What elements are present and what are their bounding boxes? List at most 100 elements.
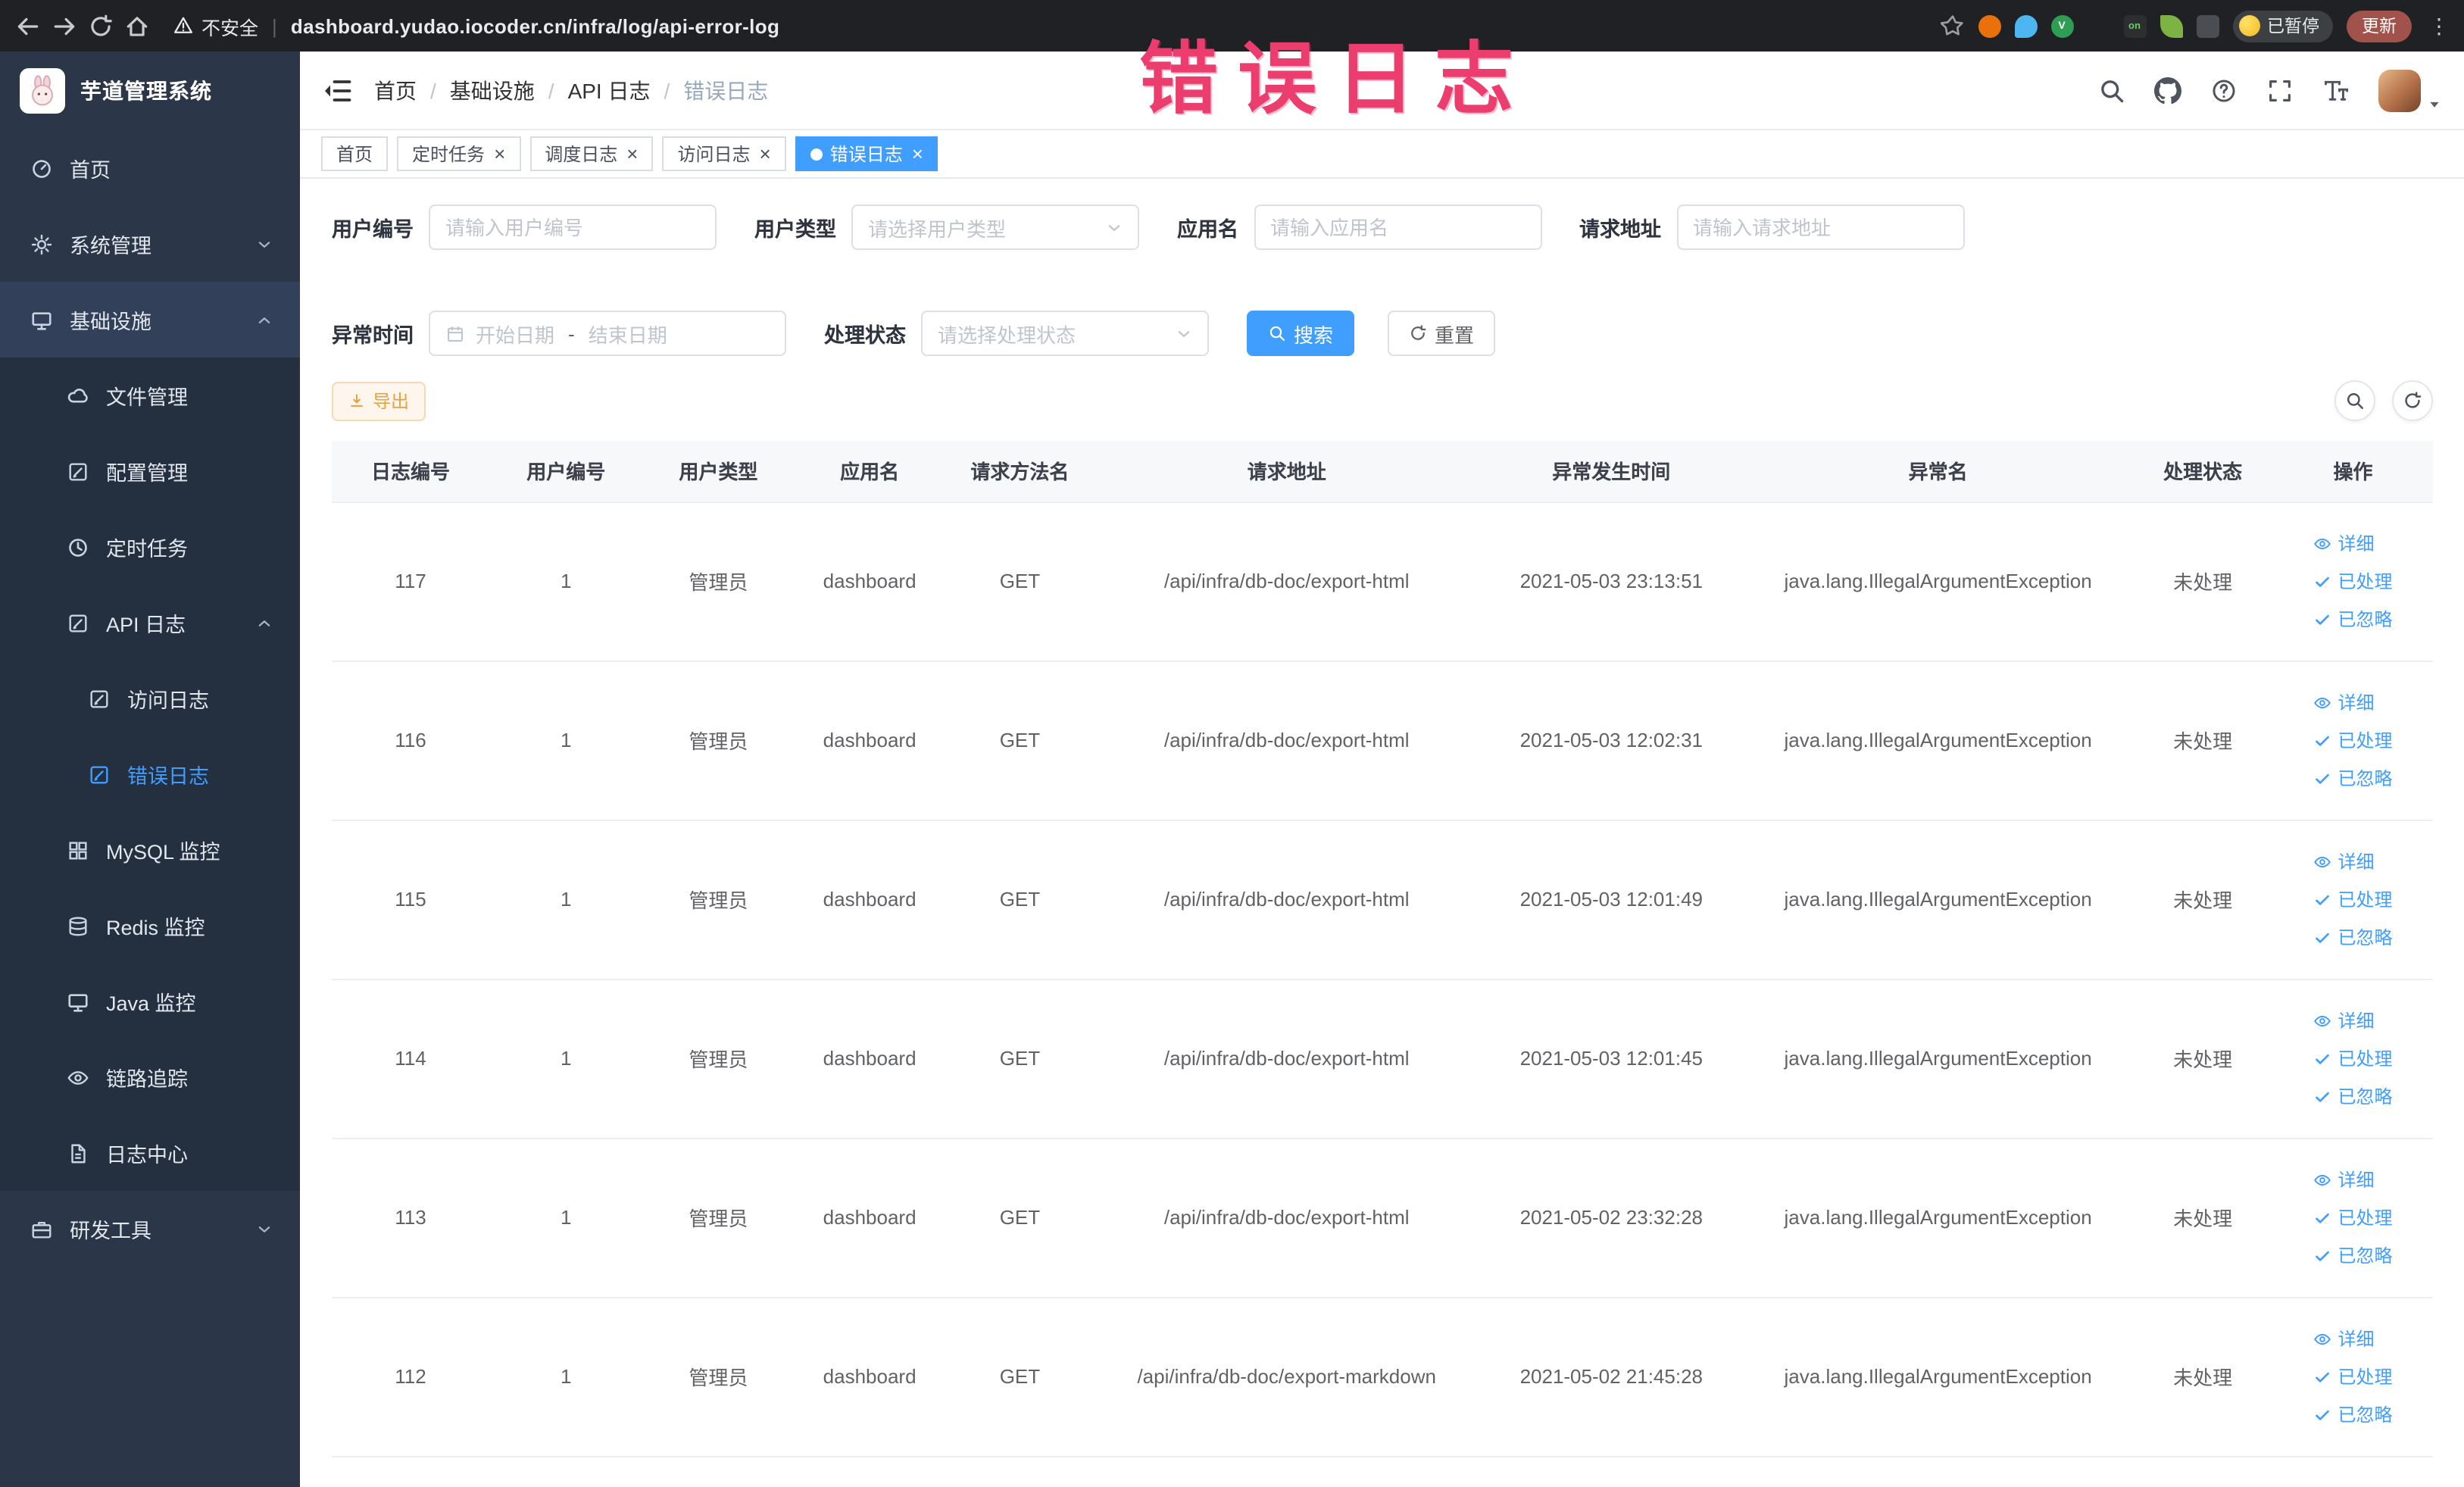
process-status-select[interactable]: 请选择处理状态 — [921, 311, 1209, 356]
help-icon[interactable] — [2210, 77, 2238, 104]
cell-user_type: 管理员 — [642, 820, 795, 979]
mark-ignored-link[interactable]: 已忽略 — [2314, 606, 2393, 632]
fullscreen-icon[interactable] — [2266, 77, 2294, 104]
close-icon[interactable]: × — [912, 144, 923, 164]
app-name-input[interactable] — [1254, 205, 1541, 250]
breadcrumb-item-2[interactable]: API 日志 — [568, 75, 651, 105]
breadcrumb-item-0[interactable]: 首页 — [374, 75, 417, 105]
detail-link[interactable]: 详细 — [2314, 848, 2375, 874]
sidebar: 芋道管理系统 首页 系统管理 基础设施文件管理配置管理 定时任务 API 日志 访问日志错… — [0, 52, 300, 1487]
sidebar-item-11[interactable]: Java 监控 — [0, 964, 300, 1039]
bookmark-star-icon[interactable] — [1940, 14, 1964, 38]
ext-leaf-icon[interactable] — [2160, 14, 2182, 37]
sidebar-item-9[interactable]: MySQL 监控 — [0, 812, 300, 888]
toggle-search-button[interactable] — [2334, 380, 2375, 421]
column-header: 日志编号 — [332, 441, 490, 502]
mark-processed-link[interactable]: 已处理 — [2314, 1045, 2393, 1071]
sidebar-item-3[interactable]: 文件管理 — [0, 358, 300, 433]
tab-label: 定时任务 — [412, 144, 486, 165]
sidebar-item-2[interactable]: 基础设施 — [0, 282, 300, 358]
sidebar-fold-icon[interactable] — [323, 75, 353, 105]
browser-home-icon[interactable] — [124, 13, 150, 39]
table-row-113: 113 1 管理员 dashboard GET/api/infra/db-doc/exp… — [332, 1138, 2433, 1298]
sidebar-item-1[interactable]: 系统管理 — [0, 206, 300, 282]
export-button[interactable]: 导出 — [332, 381, 426, 420]
tab-3[interactable]: 访问日志 × — [662, 136, 786, 171]
ext-puzzle-icon[interactable] — [2196, 14, 2219, 37]
ext-drop-icon[interactable] — [2014, 14, 2037, 37]
github-icon[interactable] — [2154, 77, 2181, 104]
user-id-input[interactable] — [429, 205, 717, 250]
action-label: 已处理 — [2338, 1048, 2393, 1070]
mark-ignored-link[interactable]: 已忽略 — [2314, 1083, 2393, 1109]
check-icon — [2314, 769, 2332, 787]
detail-link[interactable]: 详细 — [2314, 1326, 2375, 1351]
tab-0[interactable]: 首页 — [321, 136, 389, 171]
browser-menu-icon[interactable]: ⋮ — [2428, 13, 2450, 39]
reset-button[interactable]: 重置 — [1388, 311, 1496, 356]
mark-ignored-link[interactable]: 已忽略 — [2314, 1401, 2393, 1427]
font-size-icon[interactable] — [2322, 77, 2350, 104]
action-label: 已忽略 — [2338, 1404, 2393, 1426]
mark-processed-link[interactable]: 已处理 — [2314, 727, 2393, 753]
user-type-select[interactable]: 请选择用户类型 — [851, 205, 1139, 250]
refresh-table-button[interactable] — [2392, 380, 2433, 421]
sidebar-item-13[interactable]: 日志中心 — [0, 1115, 300, 1191]
detail-link[interactable]: 详细 — [2314, 1167, 2375, 1192]
search-button[interactable]: 搜索 — [1247, 311, 1355, 356]
sidebar-item-12[interactable]: 链路追踪 — [0, 1039, 300, 1115]
sidebar-item-4[interactable]: 配置管理 — [0, 433, 300, 509]
mark-processed-link[interactable]: 已处理 — [2314, 1364, 2393, 1389]
sidebar-item-14[interactable]: 研发工具 — [0, 1191, 300, 1267]
warning-icon — [173, 15, 194, 36]
mark-ignored-link[interactable]: 已忽略 — [2314, 765, 2393, 791]
refresh-icon — [1409, 324, 1427, 342]
tab-2[interactable]: 调度日志 × — [529, 136, 654, 171]
close-icon[interactable]: × — [760, 144, 771, 164]
tab-4[interactable]: 错误日志 × — [795, 136, 938, 171]
detail-link[interactable]: 详细 — [2314, 1007, 2375, 1033]
sidebar-item-8[interactable]: 错误日志 — [0, 736, 300, 812]
breadcrumb-item-1[interactable]: 基础设施 — [450, 75, 535, 105]
browser-update-button[interactable]: 更新 — [2347, 10, 2412, 42]
profile-paused-badge[interactable]: 已暂停 — [2232, 10, 2333, 42]
browser-reload-icon[interactable] — [88, 13, 114, 39]
detail-link[interactable]: 详细 — [2314, 689, 2375, 715]
tab-1[interactable]: 定时任务 × — [397, 136, 521, 171]
mark-ignored-link[interactable]: 已忽略 — [2314, 1242, 2393, 1268]
request-url-input[interactable] — [1676, 205, 1964, 250]
sidebar-item-0[interactable]: 首页 — [0, 130, 300, 206]
user-id-label: 用户编号 — [332, 218, 414, 241]
ext-green-icon[interactable]: V — [2050, 14, 2073, 37]
user-menu[interactable] — [2378, 69, 2442, 111]
cell-time: 2021-05-03 12:01:49 — [1479, 820, 1744, 979]
sidebar-item-label: 文件管理 — [106, 386, 188, 409]
close-icon[interactable]: × — [494, 144, 505, 164]
close-icon[interactable]: × — [626, 144, 638, 164]
action-label: 已处理 — [2338, 571, 2393, 592]
ext-orange-icon[interactable] — [1978, 14, 2000, 37]
date-range-picker[interactable]: 开始日期 - 结束日期 — [429, 311, 786, 356]
mark-processed-link[interactable]: 已处理 — [2314, 568, 2393, 594]
app-logo[interactable]: 芋道管理系统 — [0, 52, 300, 130]
mark-processed-link[interactable]: 已处理 — [2314, 1204, 2393, 1230]
mark-ignored-link[interactable]: 已忽略 — [2314, 924, 2393, 950]
ext-on-icon[interactable]: on — [2123, 14, 2146, 37]
ext-grid-icon[interactable] — [2087, 14, 2110, 37]
detail-link[interactable]: 详细 — [2314, 530, 2375, 556]
action-label: 已处理 — [2338, 889, 2393, 911]
security-chip[interactable]: 不安全 — [173, 11, 258, 40]
sidebar-item-10[interactable]: Redis 监控 — [0, 888, 300, 964]
browser-forward-icon[interactable] — [52, 13, 77, 39]
eye-icon — [2314, 1170, 2332, 1189]
mark-processed-link[interactable]: 已处理 — [2314, 886, 2393, 912]
browser-back-icon[interactable] — [15, 13, 41, 39]
search-button-label: 搜索 — [1294, 323, 1334, 346]
sidebar-item-7[interactable]: 访问日志 — [0, 661, 300, 736]
sidebar-item-5[interactable]: 定时任务 — [0, 509, 300, 585]
sidebar-item-6[interactable]: API 日志 — [0, 585, 300, 661]
paused-label: 已暂停 — [2267, 18, 2319, 36]
address-bar[interactable]: dashboard.yudao.iocoder.cn/infra/log/api… — [291, 14, 780, 37]
header-search-icon[interactable] — [2098, 77, 2125, 104]
action-label: 已忽略 — [2338, 1086, 2393, 1107]
